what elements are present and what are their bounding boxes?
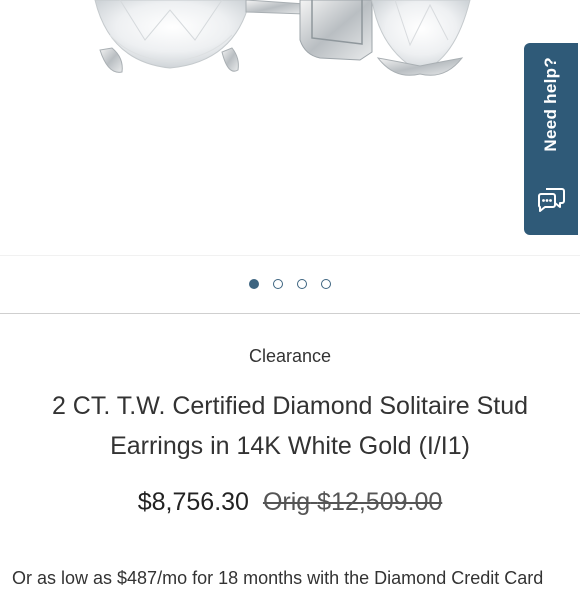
chat-bubbles-icon bbox=[536, 184, 566, 219]
original-price-label: Orig bbox=[262, 488, 311, 516]
carousel-dot-3[interactable] bbox=[297, 279, 307, 289]
original-price-value: $12,509.00 bbox=[317, 488, 443, 516]
carousel-dot-1[interactable] bbox=[249, 279, 259, 289]
section-divider bbox=[0, 313, 580, 314]
image-divider bbox=[0, 255, 580, 256]
product-title: 2 CT. T.W. Certified Diamond Solitaire S… bbox=[51, 392, 529, 460]
original-price: Orig $12,509.00 bbox=[263, 488, 442, 516]
product-image[interactable] bbox=[0, 0, 580, 255]
earrings-image bbox=[94, 0, 471, 76]
sale-price: $8,756.30 bbox=[137, 488, 249, 516]
carousel-pagination bbox=[0, 279, 580, 289]
carousel-dot-4[interactable] bbox=[321, 279, 331, 289]
clearance-badge: Clearance bbox=[248, 346, 332, 366]
financing-text: Or as low as $487/mo for 18 months with … bbox=[12, 568, 544, 588]
price-row: $8,756.30 Orig $12,509.00 bbox=[0, 488, 580, 517]
carousel-dot-2[interactable] bbox=[273, 279, 283, 289]
need-help-label: Need help? bbox=[541, 57, 560, 152]
need-help-button[interactable]: Need help? bbox=[524, 43, 578, 235]
